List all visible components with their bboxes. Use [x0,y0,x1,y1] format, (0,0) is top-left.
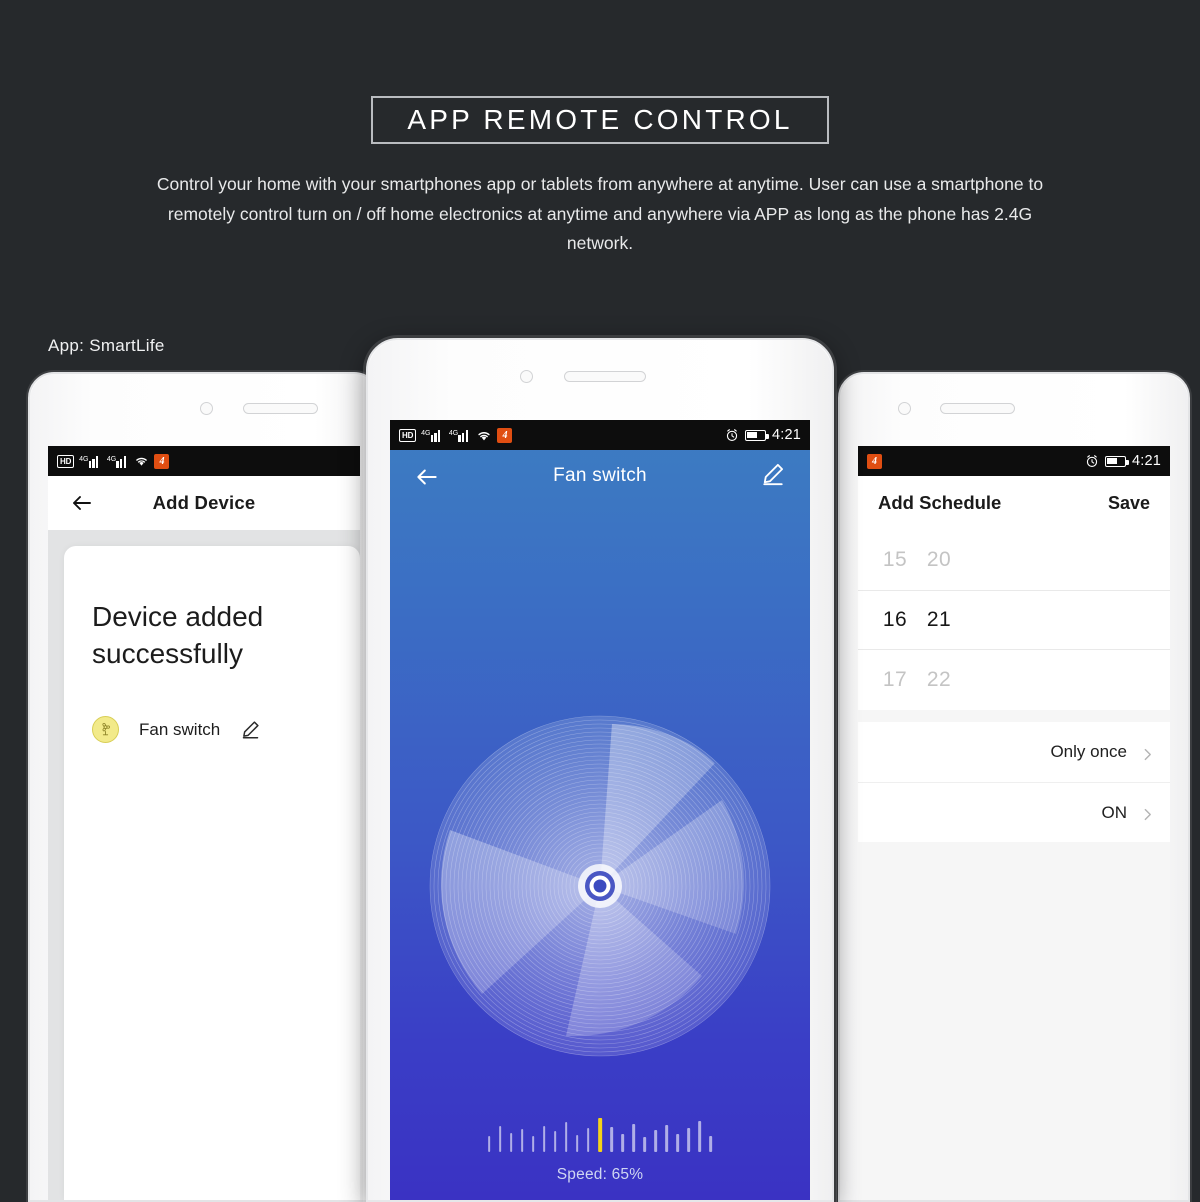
device-name: Fan switch [139,719,221,739]
front-camera-icon [520,370,533,383]
add-schedule-header: Add Schedule Save [858,476,1170,530]
earpiece-speaker [564,371,646,382]
status-bar-center: HD 4G 4G 4 4:21 [390,420,810,450]
network-label-2: 4G [106,455,117,463]
back-arrow-icon[interactable] [70,491,94,515]
earpiece-speaker [940,403,1015,414]
add-device-card: Device added successfully Fan switch [64,546,360,1200]
time-picker-row-selected[interactable]: 16 21 [858,590,1170,650]
status-time: 4:21 [771,427,801,443]
repeat-option-label: Only once [1050,742,1127,761]
status-bar-left: HD 4G 4G 4 [48,446,360,476]
speed-label: Speed: 65% [556,1166,644,1183]
hour-value: 15 [882,548,908,571]
status-bar-right-icons: 4 [867,453,882,469]
switch-state-label: ON [1101,802,1128,822]
success-message: Device added successfully [92,601,264,669]
earpiece-speaker [243,403,318,414]
wifi-icon [476,429,492,442]
fan-switch-title: Fan switch [553,465,647,486]
status-bar-center-cluster: 4:21 [725,427,801,443]
edit-pencil-icon[interactable] [240,719,261,740]
speed-slider-handle [598,1118,602,1152]
page-title-box: APP REMOTE CONTROL [371,96,829,144]
time-picker[interactable]: 15 20 16 21 17 22 [858,530,1170,710]
phone-left-add-device: HD 4G 4G 4 Add Device Device added succe… [28,372,380,1202]
status-bar-right-cluster: 4:21 [1085,453,1161,469]
battery-icon [744,429,769,441]
app-name-label: App: SmartLife [48,336,165,355]
edit-pencil-icon[interactable] [760,461,786,492]
app-orange-icon: 4 [867,453,882,469]
repeat-option-row[interactable]: Only once [858,722,1170,782]
hour-value: 17 [882,668,908,691]
switch-state-row[interactable]: ON [858,782,1170,842]
status-time: 4:21 [1131,453,1161,469]
speed-slider[interactable]: Speed: 65% [390,1110,810,1200]
fan-svg [429,715,771,1057]
page-description: Control your home with your smartphones … [156,174,1044,253]
battery-icon [1104,455,1129,467]
signal-4g-icon: 4G [421,429,444,442]
screen-add-schedule: 4 4:21 Add Schedule Save 15 20 16 21 17 … [858,446,1170,1200]
phone-center-fan-switch: HD 4G 4G 4 4:21 Fan switch Speed: 65% [366,338,834,1202]
phone-right-add-schedule: 4 4:21 Add Schedule Save 15 20 16 21 17 … [838,372,1190,1202]
alarm-icon [725,428,739,442]
app-orange-icon: 4 [154,453,170,469]
signal-4g-icon-2: 4G [107,455,130,468]
network-label: 4G [421,429,431,437]
time-picker-row[interactable]: 17 22 [858,650,1170,710]
fan-switch-header: Fan switch [390,450,810,502]
status-bar-left-icons: HD 4G 4G 4 [57,453,170,469]
time-picker-row[interactable]: 15 20 [858,530,1170,590]
speed-slider-ticks[interactable] [488,1118,712,1152]
hd-icon: HD [57,454,75,468]
status-bar-right: 4 4:21 [858,446,1170,476]
signal-4g-icon-2: 4G [449,429,472,442]
page-title: APP REMOTE CONTROL [407,104,793,135]
screen-add-device: HD 4G 4G 4 Add Device Device added succe… [48,446,360,1200]
minute-value-selected: 21 [926,608,952,631]
hour-value-selected: 16 [882,608,908,631]
chevron-right-icon [1141,746,1154,760]
app-orange-icon: 4 [497,427,513,443]
chevron-right-icon [1141,806,1154,821]
fan-blade-graphic[interactable] [416,702,784,1070]
minute-value: 22 [926,668,952,691]
minute-value: 20 [926,548,952,571]
alarm-icon [1085,454,1099,468]
signal-4g-icon: 4G [79,455,102,468]
front-camera-icon [200,402,213,415]
fan-icon [92,716,119,743]
hd-icon: HD [399,428,417,442]
save-button[interactable]: Save [1108,493,1150,514]
wifi-icon [134,455,149,467]
add-device-title: Add Device [152,492,256,513]
front-camera-icon [898,402,911,415]
add-schedule-title: Add Schedule [878,492,1002,513]
network-label-2: 4G [448,429,459,437]
device-row[interactable]: Fan switch [92,716,261,743]
network-label: 4G [79,455,89,463]
add-device-header: Add Device [48,476,360,530]
status-bar-center-icons: HD 4G 4G 4 [399,427,513,443]
back-arrow-icon[interactable] [414,464,438,488]
screen-fan-switch: HD 4G 4G 4 4:21 Fan switch Speed: 65% [390,420,810,1200]
